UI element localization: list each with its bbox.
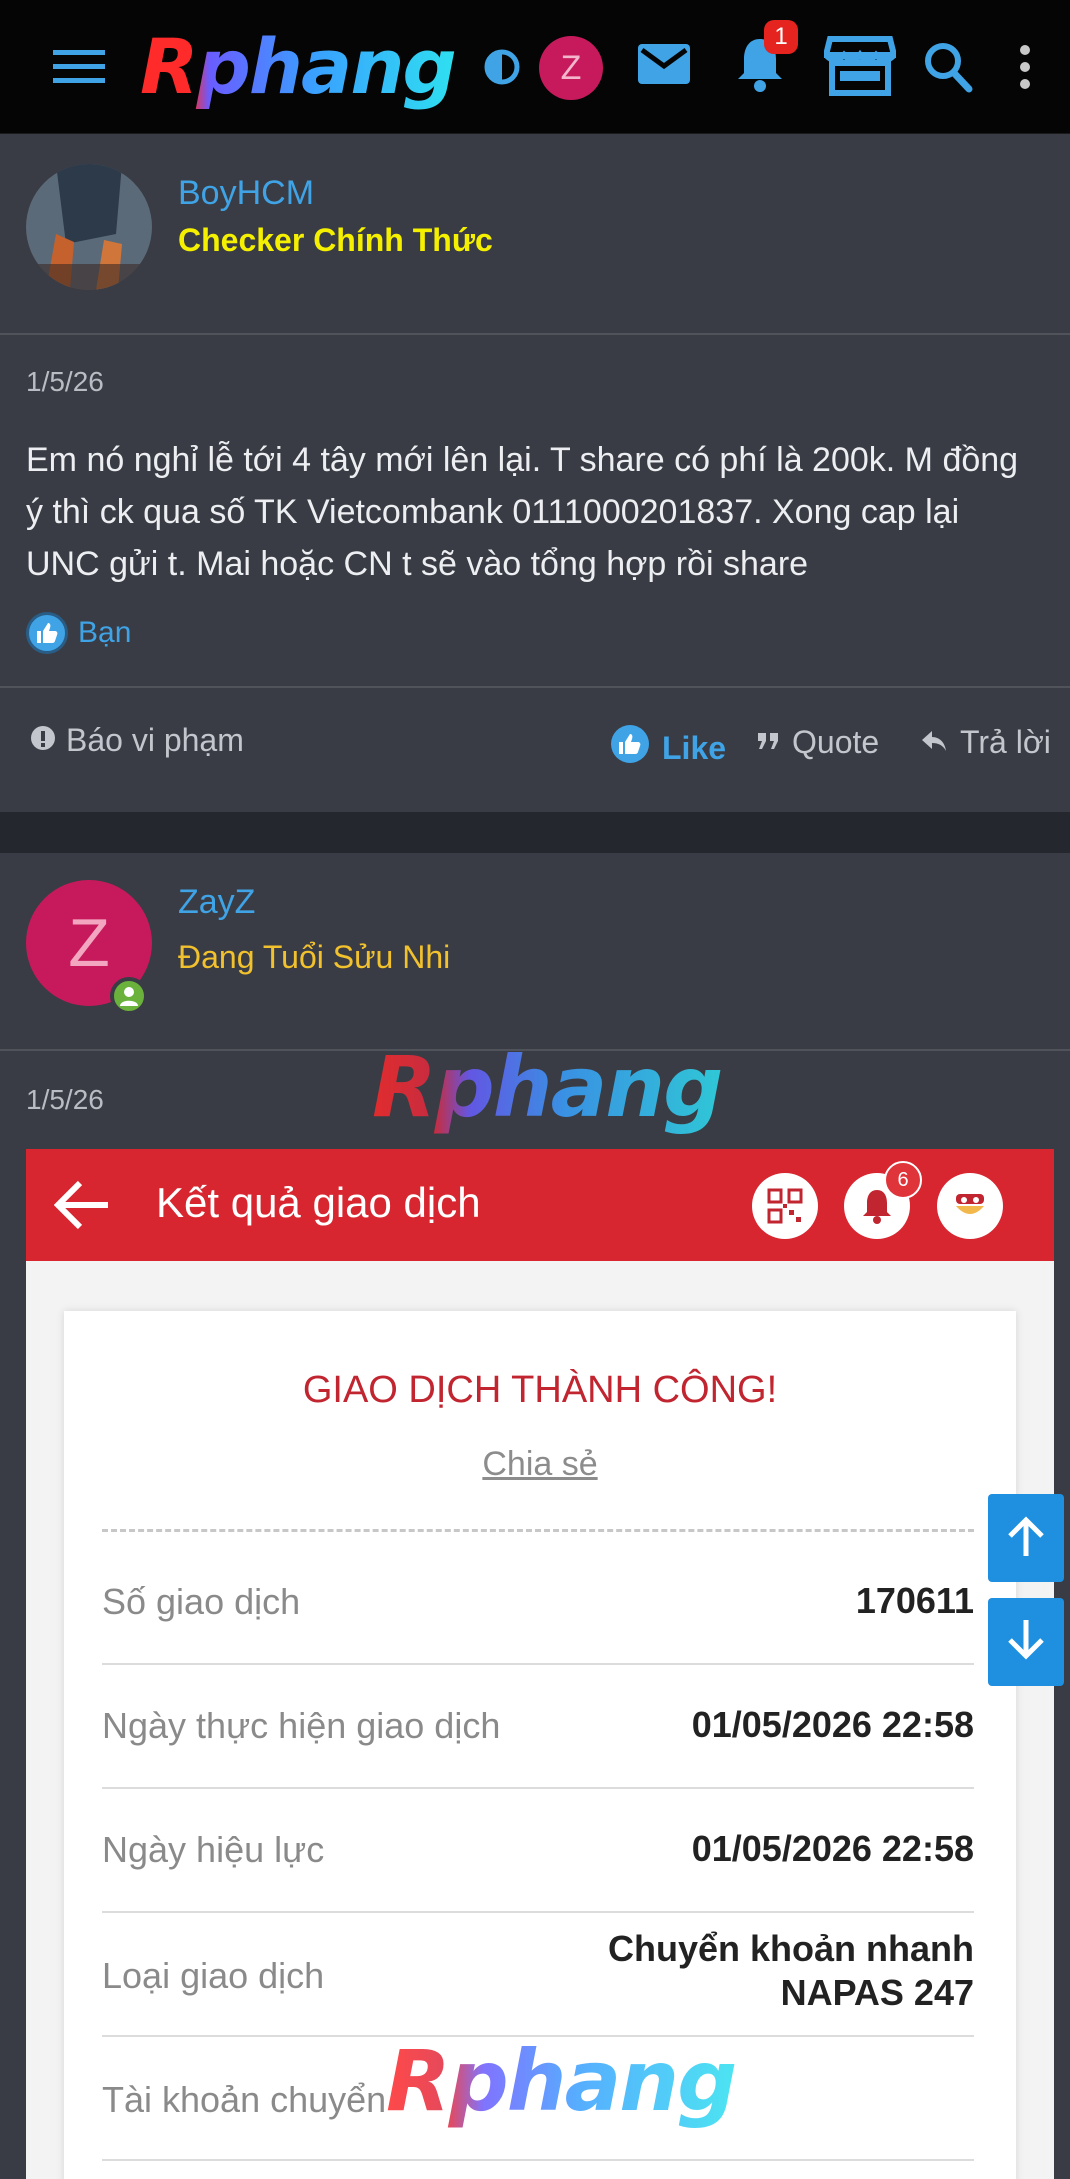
post-card: BoyHCM Checker Chính Thức 1/5/26 Em nó n…: [0, 134, 1070, 812]
row-label: Số giao dịch: [102, 1581, 301, 1622]
post-date[interactable]: 1/5/26: [26, 366, 104, 398]
user-avatar-photo[interactable]: [26, 164, 152, 290]
watermark-logo: Rphang: [386, 2032, 737, 2130]
user-title: Checker Chính Thức: [178, 222, 493, 258]
post-actions-bar: Báo vi phạm Like Quote Trả lời: [0, 686, 1070, 812]
row-label: Ngày hiệu lực: [102, 1829, 325, 1870]
transaction-status: GIAO DỊCH THÀNH CÔNG!: [302, 1369, 778, 1411]
warning-icon: [30, 722, 56, 759]
post-date[interactable]: 1/5/26: [26, 1084, 104, 1116]
post-user-header: BoyHCM Checker Chính Thức: [0, 134, 1070, 335]
row-value: Chuyển khoản nhanh NAPAS 247: [608, 1927, 974, 2015]
like-button[interactable]: Like: [610, 724, 726, 772]
row-label: Loại giao dịch: [102, 1955, 325, 1996]
receipt-row: Ngày thực hiện giao dịch 01/05/2026 22:5…: [102, 1665, 974, 1789]
report-label: Báo vi phạm: [66, 722, 244, 758]
like-label: Like: [662, 729, 727, 766]
mail-icon[interactable]: [636, 42, 692, 86]
mascot-icon: [937, 1173, 1003, 1239]
quote-icon: [756, 724, 780, 761]
search-icon[interactable]: [922, 40, 974, 94]
user-avatar[interactable]: Z: [539, 36, 603, 100]
scroll-to-bottom-button[interactable]: [988, 1598, 1064, 1686]
quote-button[interactable]: Quote: [756, 724, 879, 761]
post-username[interactable]: BoyHCM: [178, 174, 314, 213]
arrow-down-icon: [1006, 1618, 1046, 1667]
row-value: 170611: [855, 1580, 974, 1621]
post-reactions[interactable]: Bạn: [26, 612, 131, 654]
online-status-icon: [110, 977, 148, 1015]
user-title: Đang Tuổi Sửu Nhi: [178, 939, 451, 975]
row-label: Ngày thực hiện giao dịch: [102, 1705, 501, 1746]
attached-image-bank-receipt[interactable]: Kết quả giao dịch 6 GIAO DỊCH THÀNH CÔNG…: [26, 1149, 1054, 2179]
reply-label: Trả lời: [960, 724, 1051, 760]
more-options-icon[interactable]: [1010, 42, 1040, 92]
notifications-count-badge: 1: [764, 20, 798, 54]
bank-notification-badge: 6: [884, 1161, 922, 1199]
row-value-line: NAPAS 247: [780, 1972, 974, 2013]
post-user-header: Z ZayZ Đang Tuổi Sửu Nhi: [0, 853, 1070, 1051]
hamburger-menu-icon[interactable]: [48, 43, 110, 91]
reaction-users-text[interactable]: Bạn: [78, 616, 131, 650]
reply-arrow-icon: [920, 724, 948, 761]
thumbs-up-icon: [610, 724, 650, 772]
bank-screen-title: Kết quả giao dịch: [156, 1179, 481, 1226]
arrow-up-icon: [1006, 1514, 1046, 1563]
watermark-logo: Rphang: [372, 1038, 723, 1136]
site-logo[interactable]: Rphang: [140, 24, 457, 110]
receipt-row: Ngày hiệu lực 01/05/2026 22:58: [102, 1789, 974, 1913]
row-value-line: Chuyển khoản nhanh: [607, 1928, 974, 1969]
row-value: 01/05/2026 22:58: [691, 1704, 974, 1745]
quote-label: Quote: [792, 724, 880, 760]
store-icon[interactable]: [822, 34, 898, 98]
bank-app-header: Kết quả giao dịch 6: [26, 1149, 1054, 1261]
back-arrow-icon: [53, 1179, 110, 1231]
report-button[interactable]: Báo vi phạm: [30, 722, 244, 759]
post-username[interactable]: ZayZ: [178, 883, 255, 922]
divider: [102, 1529, 974, 1532]
receipt-row: Loại giao dịch Chuyển khoản nhanh NAPAS …: [102, 1913, 974, 2037]
row-label: Tài khoản chuyển: [102, 2079, 387, 2120]
share-link: Chia sẻ: [482, 1445, 598, 1483]
reply-button[interactable]: Trả lời: [920, 724, 1051, 761]
theme-toggle-icon[interactable]: [482, 47, 522, 87]
scroll-to-top-button[interactable]: [988, 1494, 1064, 1582]
qr-code-icon: [752, 1173, 818, 1239]
top-nav-bar: Rphang Z 1: [0, 0, 1070, 134]
like-reaction-icon: [26, 612, 68, 654]
post-message: Em nó nghỉ lễ tới 4 tây mới lên lại. T s…: [26, 441, 1019, 583]
receipt-row: Số giao dịch 170611: [102, 1539, 974, 1665]
row-value: 01/05/2026 22:58: [691, 1828, 974, 1869]
